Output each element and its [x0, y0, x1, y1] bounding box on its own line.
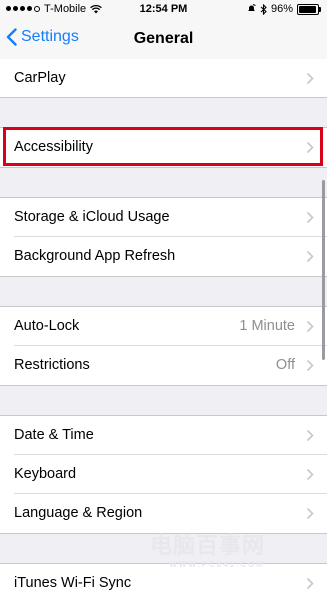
chevron-right-icon — [306, 72, 314, 85]
chevron-right-icon — [306, 577, 314, 590]
settings-row-restrictions[interactable]: Restrictions Off — [0, 346, 327, 385]
settings-row-itunes-wifi-sync[interactable]: iTunes Wi-Fi Sync — [0, 564, 327, 603]
row-label: CarPlay — [14, 70, 66, 86]
page-title: General — [133, 30, 194, 47]
row-label: Auto-Lock — [14, 318, 80, 334]
chevron-right-icon — [306, 141, 314, 154]
row-label: iTunes Wi-Fi Sync — [14, 575, 132, 591]
chevron-right-icon — [306, 211, 314, 224]
chevron-right-icon — [306, 320, 314, 333]
chevron-right-icon — [306, 359, 314, 372]
chevron-right-icon — [306, 250, 314, 263]
navigation-bar: Settings General — [0, 20, 327, 60]
chevron-right-icon — [306, 468, 314, 481]
row-label: Keyboard — [14, 466, 77, 482]
settings-row-keyboard[interactable]: Keyboard — [0, 455, 327, 494]
chevron-right-icon — [306, 429, 314, 442]
settings-row-background-app-refresh[interactable]: Background App Refresh — [0, 237, 327, 276]
settings-row-storage[interactable]: Storage & iCloud Usage — [0, 198, 327, 237]
row-value: 1 Minute — [239, 318, 295, 334]
row-label: Restrictions — [14, 357, 90, 373]
row-value: Off — [275, 357, 295, 373]
settings-row-date-time[interactable]: Date & Time — [0, 416, 327, 455]
row-label: Language & Region — [14, 505, 143, 521]
status-right: 96% — [247, 3, 321, 15]
settings-row-accessibility[interactable]: Accessibility — [0, 128, 327, 167]
settings-row-auto-lock[interactable]: Auto-Lock 1 Minute — [0, 307, 327, 346]
watermark-text: 电脑百事网 — [150, 533, 266, 558]
watermark: 电脑百事网 WWW.PC841.COM — [150, 528, 265, 569]
row-label: Date & Time — [14, 427, 94, 443]
battery-fill — [299, 5, 317, 13]
row-label: Background App Refresh — [14, 248, 176, 264]
battery-icon — [297, 3, 321, 15]
watermark-url: WWW.PC841.COM — [169, 560, 266, 569]
settings-row-carplay[interactable]: CarPlay — [0, 59, 327, 98]
alarm-icon — [247, 4, 256, 11]
chevron-right-icon — [306, 507, 314, 520]
scrollbar[interactable] — [322, 180, 325, 360]
status-bar: T-Mobile 12:54 PM 96% — [0, 0, 327, 20]
row-label: Accessibility — [14, 139, 93, 155]
battery-percent: 96% — [270, 3, 293, 15]
row-label: Storage & iCloud Usage — [14, 209, 170, 225]
bluetooth-icon — [260, 3, 267, 15]
